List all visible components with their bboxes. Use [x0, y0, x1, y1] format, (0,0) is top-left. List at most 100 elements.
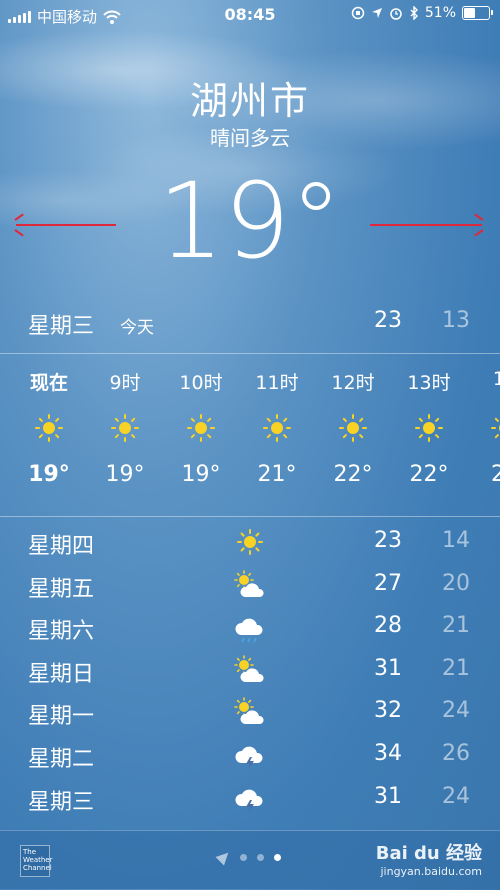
day-low: 14	[442, 528, 470, 553]
day-name: 星期六	[28, 619, 95, 645]
hour-icon-wrap	[314, 408, 392, 448]
alarm-icon	[390, 8, 402, 20]
hour-temperature: 19°	[28, 462, 70, 487]
today-low: 13	[442, 308, 470, 333]
hour-label: 9时	[109, 372, 141, 394]
hour-label: 11时	[255, 372, 299, 394]
battery-icon	[462, 6, 493, 20]
day-icon-wrap	[232, 696, 268, 728]
hour-icon-wrap	[10, 408, 88, 448]
orientation-lock-icon	[351, 6, 365, 20]
day-high: 23	[374, 528, 402, 553]
thunderstorm-icon	[235, 789, 263, 813]
watermark-text: Bai du 经验	[375, 843, 482, 864]
day-low: 24	[442, 698, 470, 724]
daily-forecast-row: 星期四 23 14	[0, 522, 500, 564]
daily-forecast-row: 星期二 34 26	[0, 735, 500, 777]
hour-temperature: 21°	[257, 462, 297, 487]
hour-label: 14	[492, 368, 500, 390]
sun-icon	[415, 414, 443, 442]
day-high: 32	[374, 698, 402, 724]
battery-fill	[464, 8, 476, 18]
day-name: 星期三	[28, 789, 95, 815]
sun-icon	[339, 414, 367, 442]
watermark: Bai du 经验 jingyan.baidu.com	[376, 839, 482, 878]
hour-label: 现在	[29, 372, 68, 394]
hour-icon-wrap	[390, 408, 468, 448]
location-arrow-icon	[371, 8, 382, 18]
day-high: 34	[374, 741, 402, 766]
sun-icon	[187, 414, 215, 442]
status-right: 51%	[351, 5, 493, 21]
daily-forecast-row: 星期五 27 20	[0, 565, 500, 607]
hourly-item: 13时 22°	[390, 356, 468, 487]
condition-text: 晴间多云	[210, 126, 290, 150]
bottom-toolbar: The Weather Channel Bai du 经验 jingyan.ba…	[0, 830, 500, 890]
day-low: 24	[442, 783, 470, 809]
bluetooth-icon	[410, 6, 418, 20]
hourly-item: 12时 22°	[314, 356, 392, 487]
current-location-icon	[215, 848, 233, 866]
partly-cloudy-icon	[234, 654, 264, 682]
hour-temperature: 22°	[333, 462, 373, 487]
day-name: 星期一	[28, 704, 95, 730]
hourly-item: 11时 21°	[238, 356, 316, 487]
day-name: 星期二	[28, 747, 95, 772]
sun-icon	[263, 414, 291, 442]
day-name: 星期四	[28, 534, 95, 559]
day-low: 21	[442, 655, 470, 681]
hour-temperature: 19°	[105, 462, 145, 487]
hour-icon-wrap	[162, 408, 240, 448]
watermark-url: jingyan.baidu.com	[380, 865, 482, 878]
day-icon-wrap	[232, 739, 268, 771]
divider	[0, 353, 500, 354]
page-indicator[interactable]	[215, 848, 281, 866]
weather-channel-logo[interactable]: The Weather Channel	[20, 845, 52, 877]
status-bar: 中国移动 08:45 51%	[0, 0, 500, 30]
today-summary-row: 星期三 今天 23 13	[0, 306, 500, 342]
daily-forecast-row: 星期日 31 21	[0, 650, 500, 692]
city-name: 湖州市	[189, 79, 310, 123]
battery-percent: 51%	[424, 5, 456, 21]
hour-label: 10时	[179, 372, 223, 394]
day-high: 31	[374, 783, 402, 809]
hour-icon-wrap	[238, 408, 316, 448]
day-low: 26	[442, 741, 470, 766]
today-day: 星期三	[28, 314, 95, 339]
sun-icon	[111, 414, 139, 442]
swipe-left-arrow-icon	[16, 224, 116, 226]
hourly-forecast[interactable]: 现在 19° 9时 19° 10时 19° 11时 21° 12时 22° 13时 22° 14 23	[0, 356, 500, 514]
page-dot	[240, 853, 247, 861]
daily-forecast-row: 星期一 32 24	[0, 692, 500, 734]
hourly-item: 14 23	[466, 356, 500, 487]
day-high: 27	[374, 570, 402, 596]
partly-cloudy-icon	[234, 697, 264, 725]
page-dot-active	[274, 853, 281, 861]
sun-icon	[35, 414, 63, 442]
divider	[0, 516, 500, 517]
day-icon-wrap	[232, 782, 268, 814]
hour-icon-wrap	[86, 408, 164, 448]
current-temperature: 19°	[157, 160, 343, 282]
hourly-item: 现在 19°	[10, 356, 88, 487]
sun-icon	[491, 414, 500, 442]
day-icon-wrap	[232, 569, 268, 601]
today-label: 今天	[120, 318, 154, 338]
daily-forecast-row: 星期三 31 24	[0, 778, 500, 820]
hour-temperature: 22°	[409, 462, 449, 487]
hour-label: 13时	[407, 372, 451, 394]
hourly-item: 9时 19°	[86, 356, 164, 487]
partly-cloudy-icon	[234, 569, 264, 597]
day-name: 星期日	[28, 661, 95, 687]
hour-temperature: 23	[491, 462, 500, 487]
day-low: 20	[442, 570, 470, 596]
hour-label: 12时	[331, 372, 375, 394]
page-dot	[257, 853, 264, 861]
day-high: 31	[374, 655, 402, 681]
today-high: 23	[374, 308, 402, 333]
rain-cloud-icon	[235, 618, 263, 643]
hourly-item: 10时 19°	[162, 356, 240, 487]
day-icon-wrap	[232, 611, 268, 643]
daily-forecast-row: 星期六 28 21	[0, 607, 500, 649]
thunderstorm-icon	[235, 746, 263, 770]
